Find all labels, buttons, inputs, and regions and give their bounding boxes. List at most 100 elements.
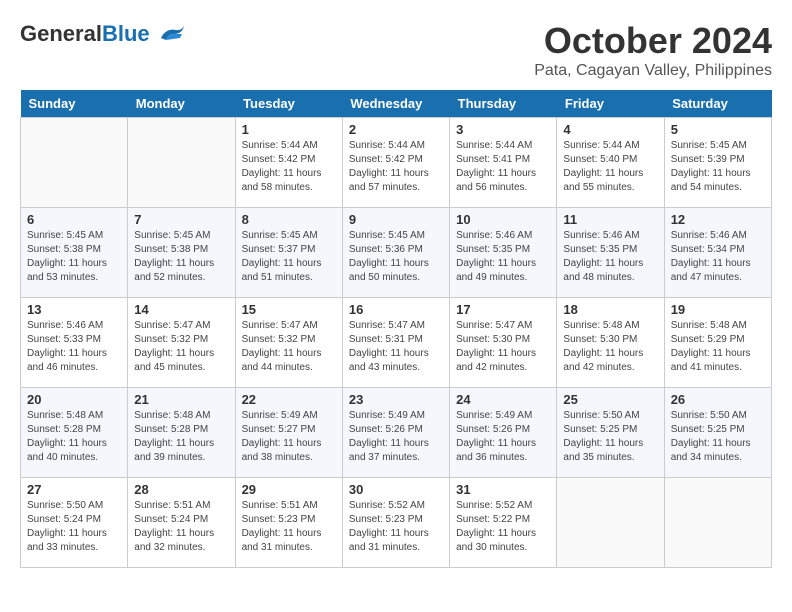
day-info: Sunrise: 5:48 AM Sunset: 5:28 PM Dayligh… bbox=[134, 409, 228, 465]
calendar-cell: 14 Sunrise: 5:47 AM Sunset: 5:32 PM Dayli… bbox=[128, 298, 235, 388]
month-title: October 2024 bbox=[534, 20, 772, 62]
header-tuesday: Tuesday bbox=[235, 90, 342, 118]
day-number: 12 bbox=[671, 212, 765, 227]
logo-blue: Blue bbox=[102, 21, 150, 46]
day-number: 1 bbox=[242, 122, 336, 137]
day-info: Sunrise: 5:50 AM Sunset: 5:24 PM Dayligh… bbox=[27, 499, 121, 555]
header-saturday: Saturday bbox=[664, 90, 771, 118]
day-info: Sunrise: 5:44 AM Sunset: 5:40 PM Dayligh… bbox=[563, 139, 657, 195]
day-number: 23 bbox=[349, 392, 443, 407]
day-number: 16 bbox=[349, 302, 443, 317]
day-number: 8 bbox=[242, 212, 336, 227]
calendar-cell: 15 Sunrise: 5:47 AM Sunset: 5:32 PM Dayli… bbox=[235, 298, 342, 388]
day-number: 7 bbox=[134, 212, 228, 227]
day-number: 6 bbox=[27, 212, 121, 227]
calendar-week-row: 6 Sunrise: 5:45 AM Sunset: 5:38 PM Daylig… bbox=[21, 208, 772, 298]
logo-general: General bbox=[20, 21, 102, 46]
calendar-cell: 25Sunrise: 5:50 AM Sunset: 5:25 PM Dayli… bbox=[557, 388, 664, 478]
day-info: Sunrise: 5:47 AM Sunset: 5:32 PM Dayligh… bbox=[242, 319, 336, 375]
calendar-cell: 22 Sunrise: 5:49 AM Sunset: 5:27 PM Dayli… bbox=[235, 388, 342, 478]
day-info: Sunrise: 5:45 AM Sunset: 5:36 PM Dayligh… bbox=[349, 229, 443, 285]
calendar-header-row: Sunday Monday Tuesday Wednesday Thursday… bbox=[21, 90, 772, 118]
calendar-cell: 18Sunrise: 5:48 AM Sunset: 5:30 PM Dayli… bbox=[557, 298, 664, 388]
day-info: Sunrise: 5:44 AM Sunset: 5:42 PM Dayligh… bbox=[242, 139, 336, 195]
day-number: 20 bbox=[27, 392, 121, 407]
title-block: October 2024 Pata, Cagayan Valley, Phili… bbox=[534, 20, 772, 80]
day-info: Sunrise: 5:45 AM Sunset: 5:38 PM Dayligh… bbox=[27, 229, 121, 285]
day-info: Sunrise: 5:52 AM Sunset: 5:22 PM Dayligh… bbox=[456, 499, 550, 555]
calendar-cell: 8 Sunrise: 5:45 AM Sunset: 5:37 PM Daylig… bbox=[235, 208, 342, 298]
calendar-cell bbox=[128, 118, 235, 208]
day-info: Sunrise: 5:44 AM Sunset: 5:41 PM Dayligh… bbox=[456, 139, 550, 195]
day-number: 5 bbox=[671, 122, 765, 137]
day-info: Sunrise: 5:47 AM Sunset: 5:32 PM Dayligh… bbox=[134, 319, 228, 375]
header-thursday: Thursday bbox=[450, 90, 557, 118]
calendar-cell: 28Sunrise: 5:51 AM Sunset: 5:24 PM Dayli… bbox=[128, 478, 235, 568]
day-number: 2 bbox=[349, 122, 443, 137]
calendar-cell: 5 Sunrise: 5:45 AM Sunset: 5:39 PM Daylig… bbox=[664, 118, 771, 208]
location: Pata, Cagayan Valley, Philippines bbox=[534, 62, 772, 80]
calendar-cell: 3 Sunrise: 5:44 AM Sunset: 5:41 PM Daylig… bbox=[450, 118, 557, 208]
day-info: Sunrise: 5:46 AM Sunset: 5:34 PM Dayligh… bbox=[671, 229, 765, 285]
day-info: Sunrise: 5:50 AM Sunset: 5:25 PM Dayligh… bbox=[671, 409, 765, 465]
calendar-cell: 4 Sunrise: 5:44 AM Sunset: 5:40 PM Daylig… bbox=[557, 118, 664, 208]
day-info: Sunrise: 5:51 AM Sunset: 5:23 PM Dayligh… bbox=[242, 499, 336, 555]
day-number: 15 bbox=[242, 302, 336, 317]
day-number: 10 bbox=[456, 212, 550, 227]
day-number: 29 bbox=[242, 482, 336, 497]
day-info: Sunrise: 5:48 AM Sunset: 5:29 PM Dayligh… bbox=[671, 319, 765, 375]
calendar-cell: 24 Sunrise: 5:49 AM Sunset: 5:26 PM Dayli… bbox=[450, 388, 557, 478]
calendar-cell: 21Sunrise: 5:48 AM Sunset: 5:28 PM Dayli… bbox=[128, 388, 235, 478]
day-number: 14 bbox=[134, 302, 228, 317]
day-info: Sunrise: 5:46 AM Sunset: 5:35 PM Dayligh… bbox=[563, 229, 657, 285]
logo: GeneralBlue bbox=[20, 20, 186, 48]
day-number: 24 bbox=[456, 392, 550, 407]
day-info: Sunrise: 5:49 AM Sunset: 5:27 PM Dayligh… bbox=[242, 409, 336, 465]
calendar-cell: 13 Sunrise: 5:46 AM Sunset: 5:33 PM Dayli… bbox=[21, 298, 128, 388]
calendar-table: Sunday Monday Tuesday Wednesday Thursday… bbox=[20, 90, 772, 568]
day-number: 4 bbox=[563, 122, 657, 137]
day-info: Sunrise: 5:52 AM Sunset: 5:23 PM Dayligh… bbox=[349, 499, 443, 555]
day-number: 17 bbox=[456, 302, 550, 317]
day-info: Sunrise: 5:49 AM Sunset: 5:26 PM Dayligh… bbox=[349, 409, 443, 465]
day-info: Sunrise: 5:49 AM Sunset: 5:26 PM Dayligh… bbox=[456, 409, 550, 465]
calendar-cell: 7 Sunrise: 5:45 AM Sunset: 5:38 PM Daylig… bbox=[128, 208, 235, 298]
calendar-cell: 20 Sunrise: 5:48 AM Sunset: 5:28 PM Dayli… bbox=[21, 388, 128, 478]
day-number: 26 bbox=[671, 392, 765, 407]
calendar-cell: 29 Sunrise: 5:51 AM Sunset: 5:23 PM Dayli… bbox=[235, 478, 342, 568]
day-number: 25 bbox=[563, 392, 657, 407]
day-number: 31 bbox=[456, 482, 550, 497]
day-number: 3 bbox=[456, 122, 550, 137]
day-number: 13 bbox=[27, 302, 121, 317]
day-info: Sunrise: 5:45 AM Sunset: 5:39 PM Dayligh… bbox=[671, 139, 765, 195]
calendar-cell: 2Sunrise: 5:44 AM Sunset: 5:42 PM Daylig… bbox=[342, 118, 449, 208]
header-monday: Monday bbox=[128, 90, 235, 118]
calendar-cell: 12 Sunrise: 5:46 AM Sunset: 5:34 PM Dayli… bbox=[664, 208, 771, 298]
calendar-week-row: 27 Sunrise: 5:50 AM Sunset: 5:24 PM Dayli… bbox=[21, 478, 772, 568]
logo-text: GeneralBlue bbox=[20, 23, 150, 45]
calendar-cell: 6 Sunrise: 5:45 AM Sunset: 5:38 PM Daylig… bbox=[21, 208, 128, 298]
calendar-cell: 17 Sunrise: 5:47 AM Sunset: 5:30 PM Dayli… bbox=[450, 298, 557, 388]
calendar-cell: 11 Sunrise: 5:46 AM Sunset: 5:35 PM Dayli… bbox=[557, 208, 664, 298]
calendar-cell: 23 Sunrise: 5:49 AM Sunset: 5:26 PM Dayli… bbox=[342, 388, 449, 478]
calendar-week-row: 1 Sunrise: 5:44 AM Sunset: 5:42 PM Daylig… bbox=[21, 118, 772, 208]
header-friday: Friday bbox=[557, 90, 664, 118]
calendar-week-row: 20 Sunrise: 5:48 AM Sunset: 5:28 PM Dayli… bbox=[21, 388, 772, 478]
day-info: Sunrise: 5:46 AM Sunset: 5:33 PM Dayligh… bbox=[27, 319, 121, 375]
day-number: 30 bbox=[349, 482, 443, 497]
calendar-cell: 9Sunrise: 5:45 AM Sunset: 5:36 PM Daylig… bbox=[342, 208, 449, 298]
calendar-cell: 26 Sunrise: 5:50 AM Sunset: 5:25 PM Dayli… bbox=[664, 388, 771, 478]
header-wednesday: Wednesday bbox=[342, 90, 449, 118]
day-info: Sunrise: 5:46 AM Sunset: 5:35 PM Dayligh… bbox=[456, 229, 550, 285]
day-number: 18 bbox=[563, 302, 657, 317]
day-info: Sunrise: 5:45 AM Sunset: 5:37 PM Dayligh… bbox=[242, 229, 336, 285]
calendar-cell: 30 Sunrise: 5:52 AM Sunset: 5:23 PM Dayli… bbox=[342, 478, 449, 568]
day-info: Sunrise: 5:47 AM Sunset: 5:30 PM Dayligh… bbox=[456, 319, 550, 375]
calendar-week-row: 13 Sunrise: 5:46 AM Sunset: 5:33 PM Dayli… bbox=[21, 298, 772, 388]
calendar-cell: 10 Sunrise: 5:46 AM Sunset: 5:35 PM Dayli… bbox=[450, 208, 557, 298]
day-number: 27 bbox=[27, 482, 121, 497]
day-number: 22 bbox=[242, 392, 336, 407]
day-info: Sunrise: 5:45 AM Sunset: 5:38 PM Dayligh… bbox=[134, 229, 228, 285]
day-info: Sunrise: 5:48 AM Sunset: 5:28 PM Dayligh… bbox=[27, 409, 121, 465]
day-number: 11 bbox=[563, 212, 657, 227]
